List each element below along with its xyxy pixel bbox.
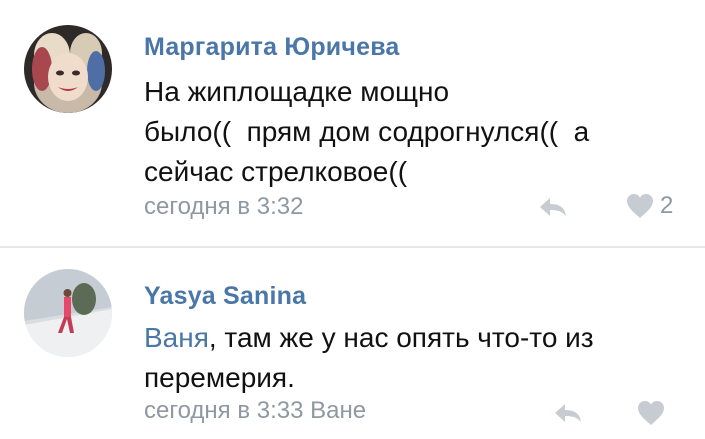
comment-text-line: Ваня, там же у нас опять что-то из: [144, 318, 684, 358]
comment-author[interactable]: Маргарита Юричева: [144, 33, 400, 62]
comment-item: Yasya Sanina Ваня, там же у нас опять чт…: [0, 248, 705, 439]
avatar[interactable]: [24, 269, 112, 357]
comment-timestamp[interactable]: сегодня в 3:33 Ване: [144, 397, 366, 425]
like-count: 2: [660, 192, 674, 219]
heart-icon: [638, 401, 664, 425]
comment-text-fragment: , там же у нас опять что-то из: [208, 322, 594, 353]
comment-timestamp[interactable]: сегодня в 3:32: [144, 193, 303, 221]
heart-icon: [627, 194, 653, 218]
comment-text: Ваня, там же у нас опять что-то из перем…: [144, 318, 684, 398]
comment-text-line: сейчас стрелковое((: [144, 156, 408, 187]
comment-text-line: было(( прям дом содрогнулся(( а: [144, 116, 590, 147]
mention-link[interactable]: Ваня: [144, 322, 209, 353]
reply-icon[interactable]: [538, 196, 568, 218]
comment-text-line: На жиплощадке мощно: [144, 76, 450, 107]
comment-author[interactable]: Yasya Sanina: [144, 282, 306, 311]
comment-item: Маргарита Юричева На жиплощадке мощно бы…: [0, 0, 705, 246]
avatar[interactable]: [24, 25, 112, 113]
like-button[interactable]: [637, 400, 671, 426]
like-button[interactable]: 2: [626, 192, 673, 220]
comment-text-line: перемерия.: [144, 362, 295, 393]
reply-icon[interactable]: [553, 402, 583, 424]
comment-text: На жиплощадке мощно было(( прям дом содр…: [144, 72, 684, 192]
